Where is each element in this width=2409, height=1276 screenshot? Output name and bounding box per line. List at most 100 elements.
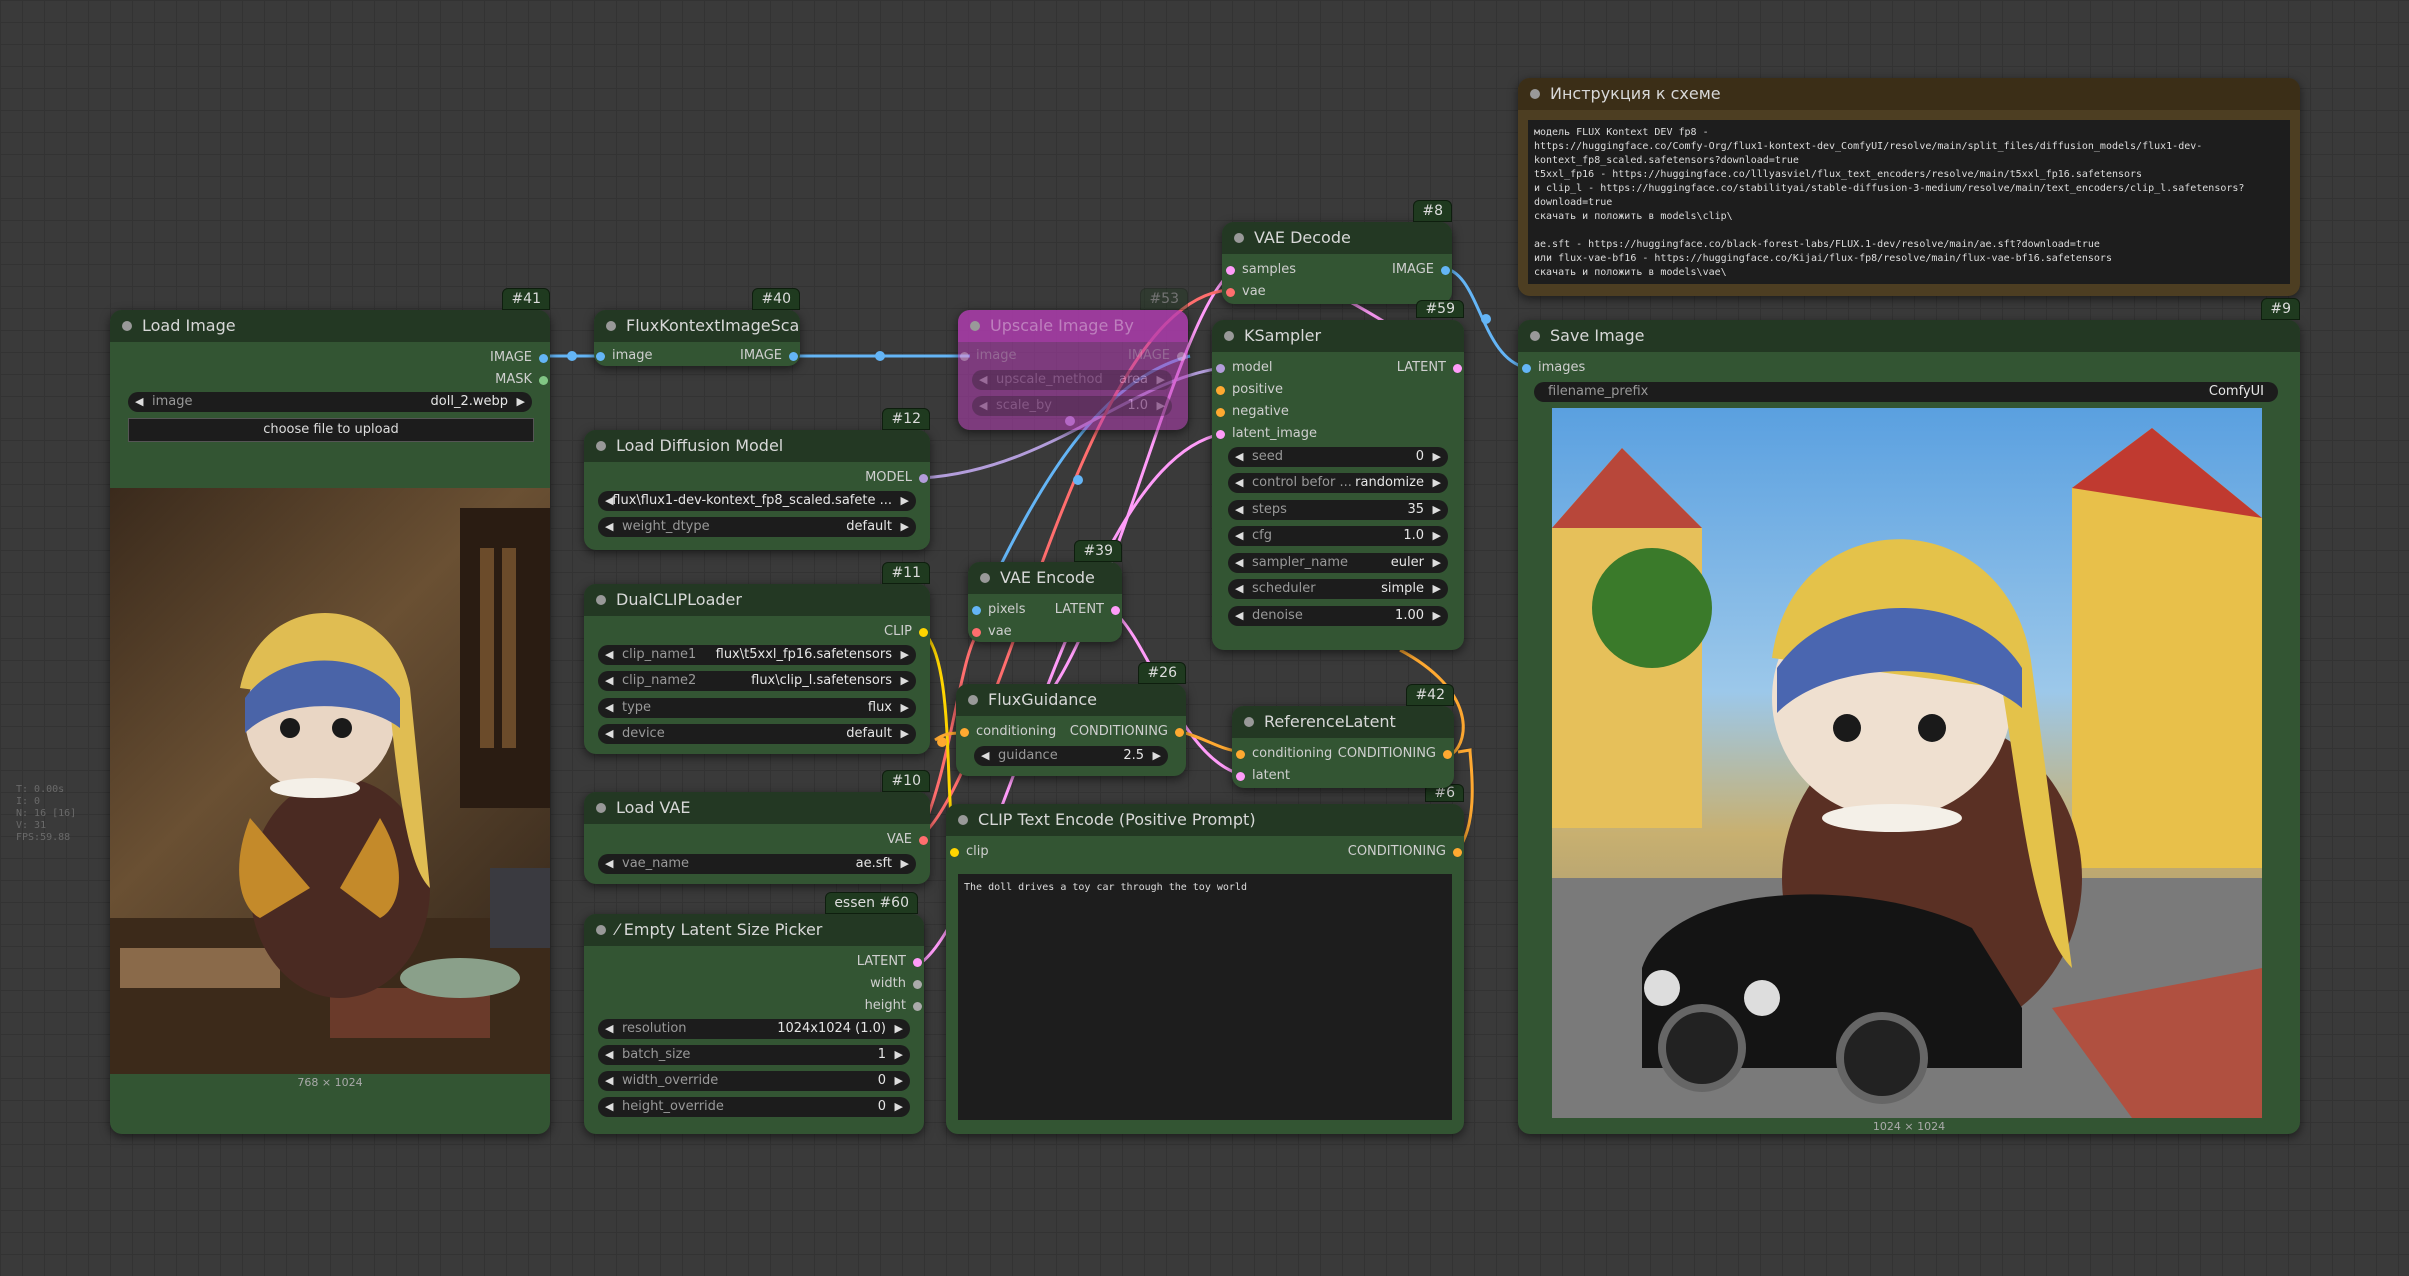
height-override-number[interactable]: ◀ height_override 0 ▶ <box>598 1097 910 1117</box>
device-combo[interactable]: ◀ device default ▶ <box>598 724 916 744</box>
upscale-image-by-node-bypassed[interactable]: #53 Upscale Image By image IMAGE ◀ upscal… <box>958 288 1188 430</box>
output-image[interactable]: IMAGE <box>1128 348 1188 364</box>
flux-guidance-node[interactable]: #26 FluxGuidance conditioning CONDITIONI… <box>956 662 1186 776</box>
ksampler-node[interactable]: #59 KSampler model positive negative lat… <box>1212 300 1464 650</box>
sampler-name-combo[interactable]: ◀ sampler_name euler ▶ <box>1228 553 1448 573</box>
wand-icon: ⁄ <box>616 920 624 939</box>
vae-decode-node[interactable]: #8 VAE Decode samples vae IMAGE <box>1222 200 1452 304</box>
control-before-generate-combo[interactable]: ◀ control befor ... randomize ▶ <box>1228 473 1448 493</box>
input-model[interactable]: model <box>1214 360 1272 376</box>
prompt-textarea[interactable]: The doll drives a toy car through the to… <box>958 874 1452 1120</box>
output-conditioning[interactable]: CONDITIONING <box>1338 746 1454 762</box>
node-title[interactable]: Load Diffusion Model <box>584 430 930 462</box>
clip-name2-combo[interactable]: ◀ clip_name2 flux\clip_l.safetensors ▶ <box>598 671 916 691</box>
node-id-badge: #11 <box>882 562 930 584</box>
note-textarea[interactable]: модель FLUX Kontext DEV fp8 - https://hu… <box>1528 120 2290 284</box>
input-negative[interactable]: negative <box>1214 404 1289 420</box>
steps-number[interactable]: ◀ steps 35 ▶ <box>1228 500 1448 520</box>
node-title[interactable]: DualCLIPLoader <box>584 584 930 616</box>
input-pixels[interactable]: pixels <box>970 602 1026 618</box>
flux-kontext-image-scale-node[interactable]: #40 FluxKontextImageScale image IMAGE <box>594 288 800 366</box>
scale-by-number[interactable]: ◀ scale_by 1.0 ▶ <box>972 396 1172 416</box>
image-size-caption: 768 × 1024 <box>297 1076 363 1089</box>
output-clip[interactable]: CLIP <box>884 624 930 640</box>
cfg-number[interactable]: ◀ cfg 1.0 ▶ <box>1228 526 1448 546</box>
dual-clip-loader-node[interactable]: #11 DualCLIPLoader CLIP ◀ clip_name1 flux\… <box>584 562 930 754</box>
node-id-badge: #8 <box>1413 200 1452 222</box>
input-conditioning[interactable]: conditioning <box>1234 746 1332 762</box>
output-model[interactable]: MODEL <box>865 470 930 486</box>
input-latent[interactable]: latent <box>1234 768 1290 784</box>
batch-size-number[interactable]: ◀ batch_size 1 ▶ <box>598 1045 910 1065</box>
node-id-badge: #53 <box>1140 288 1188 310</box>
output-mask[interactable]: MASK <box>495 372 550 388</box>
reference-latent-node[interactable]: #42 ReferenceLatent conditioning latent … <box>1232 684 1454 788</box>
output-image[interactable]: IMAGE <box>740 348 800 364</box>
vae-name-combo[interactable]: ◀ vae_name ae.sft ▶ <box>598 854 916 874</box>
reroute-dot <box>937 737 947 747</box>
load-diffusion-model-node[interactable]: #12 Load Diffusion Model MODEL ◀ flux\flu… <box>584 408 930 550</box>
image-combo[interactable]: ◀ image doll_2.webp ▶ <box>128 392 532 412</box>
weight-dtype-combo[interactable]: ◀ weight_dtype default ▶ <box>598 517 916 537</box>
node-title[interactable]: VAE Encode <box>968 562 1122 594</box>
output-latent[interactable]: LATENT <box>857 954 924 970</box>
input-image[interactable]: image <box>958 348 1017 364</box>
node-title[interactable]: ⁄ Empty Latent Size Picker <box>584 914 924 946</box>
node-title[interactable]: VAE Decode <box>1222 222 1452 254</box>
input-conditioning[interactable]: conditioning <box>958 724 1056 740</box>
output-vae[interactable]: VAE <box>887 832 930 848</box>
input-image[interactable]: image <box>594 348 653 364</box>
input-images[interactable]: images <box>1520 360 1585 376</box>
empty-latent-size-picker-node[interactable]: essen #60 ⁄ Empty Latent Size Picker LAT… <box>584 892 924 1134</box>
output-image[interactable]: IMAGE <box>490 350 550 366</box>
upscale-method-combo[interactable]: ◀ upscale_method area ▶ <box>972 370 1172 390</box>
output-conditioning[interactable]: CONDITIONING <box>1070 724 1186 740</box>
node-title[interactable]: Save Image <box>1518 320 2300 352</box>
type-combo[interactable]: ◀ type flux ▶ <box>598 698 916 718</box>
input-clip[interactable]: clip <box>948 844 989 860</box>
reroute-dot <box>1073 475 1083 485</box>
output-height[interactable]: height <box>865 998 924 1014</box>
save-image-node[interactable]: #9 Save Image images filename_prefix Comf… <box>1518 298 2300 1134</box>
node-id-badge: #40 <box>752 288 800 310</box>
node-title[interactable]: CLIP Text Encode (Positive Prompt) <box>946 804 1464 836</box>
node-id-badge: #41 <box>502 288 550 310</box>
resolution-combo[interactable]: ◀ resolution 1024x1024 (1.0) ▶ <box>598 1019 910 1039</box>
vae-encode-node[interactable]: #39 VAE Encode pixels vae LATENT <box>968 540 1122 642</box>
width-override-number[interactable]: ◀ width_override 0 ▶ <box>598 1071 910 1091</box>
reroute-dot <box>875 351 885 361</box>
node-id-badge: essen #60 <box>825 892 918 914</box>
guidance-number[interactable]: ◀ guidance 2.5 ▶ <box>974 746 1168 766</box>
node-title[interactable]: Upscale Image By <box>958 310 1188 342</box>
input-samples[interactable]: samples <box>1224 262 1296 278</box>
input-vae[interactable]: vae <box>970 624 1012 640</box>
output-width[interactable]: width <box>870 976 924 992</box>
denoise-number[interactable]: ◀ denoise 1.00 ▶ <box>1228 606 1448 626</box>
output-image[interactable]: IMAGE <box>1392 262 1452 278</box>
load-image-node[interactable]: #41 Load Image IMAGE MASK ◀ image doll_2.w… <box>110 288 550 1134</box>
instruction-note-node[interactable]: Инструкция к схеме модель FLUX Kontext D… <box>1518 78 2300 296</box>
node-title[interactable]: Load VAE <box>584 792 930 824</box>
node-title[interactable]: Инструкция к схеме <box>1518 78 2300 110</box>
node-title[interactable]: ReferenceLatent <box>1232 706 1454 738</box>
load-vae-node[interactable]: #10 Load VAE VAE ◀ vae_name ae.sft ▶ <box>584 770 930 884</box>
clip-text-encode-node[interactable]: #6 CLIP Text Encode (Positive Prompt) cl… <box>946 784 1464 1134</box>
input-positive[interactable]: positive <box>1214 382 1283 398</box>
output-latent[interactable]: LATENT <box>1397 360 1464 376</box>
output-latent[interactable]: LATENT <box>1055 602 1122 618</box>
input-latent-image[interactable]: latent_image <box>1214 426 1317 442</box>
node-title[interactable]: KSampler <box>1212 320 1464 352</box>
node-id-badge: #59 <box>1416 300 1464 318</box>
node-title[interactable]: Load Image <box>110 310 550 342</box>
filename-prefix-text[interactable]: filename_prefix ComfyUI <box>1534 382 2278 402</box>
clip-name1-combo[interactable]: ◀ clip_name1 flux\t5xxl_fp16.safetensors ▶ <box>598 645 916 665</box>
input-vae[interactable]: vae <box>1224 284 1266 300</box>
node-title[interactable]: FluxGuidance <box>956 684 1186 716</box>
seed-number[interactable]: ◀ seed 0 ▶ <box>1228 447 1448 467</box>
unet-name-combo[interactable]: ◀ flux\flux1-dev-kontext_fp8_scaled.safet… <box>598 491 916 511</box>
node-id-badge: #10 <box>882 770 930 792</box>
scheduler-combo[interactable]: ◀ scheduler simple ▶ <box>1228 579 1448 599</box>
node-title[interactable]: FluxKontextImageScale <box>594 310 800 342</box>
upload-button[interactable]: choose file to upload <box>128 418 534 442</box>
output-conditioning[interactable]: CONDITIONING <box>1348 844 1464 860</box>
